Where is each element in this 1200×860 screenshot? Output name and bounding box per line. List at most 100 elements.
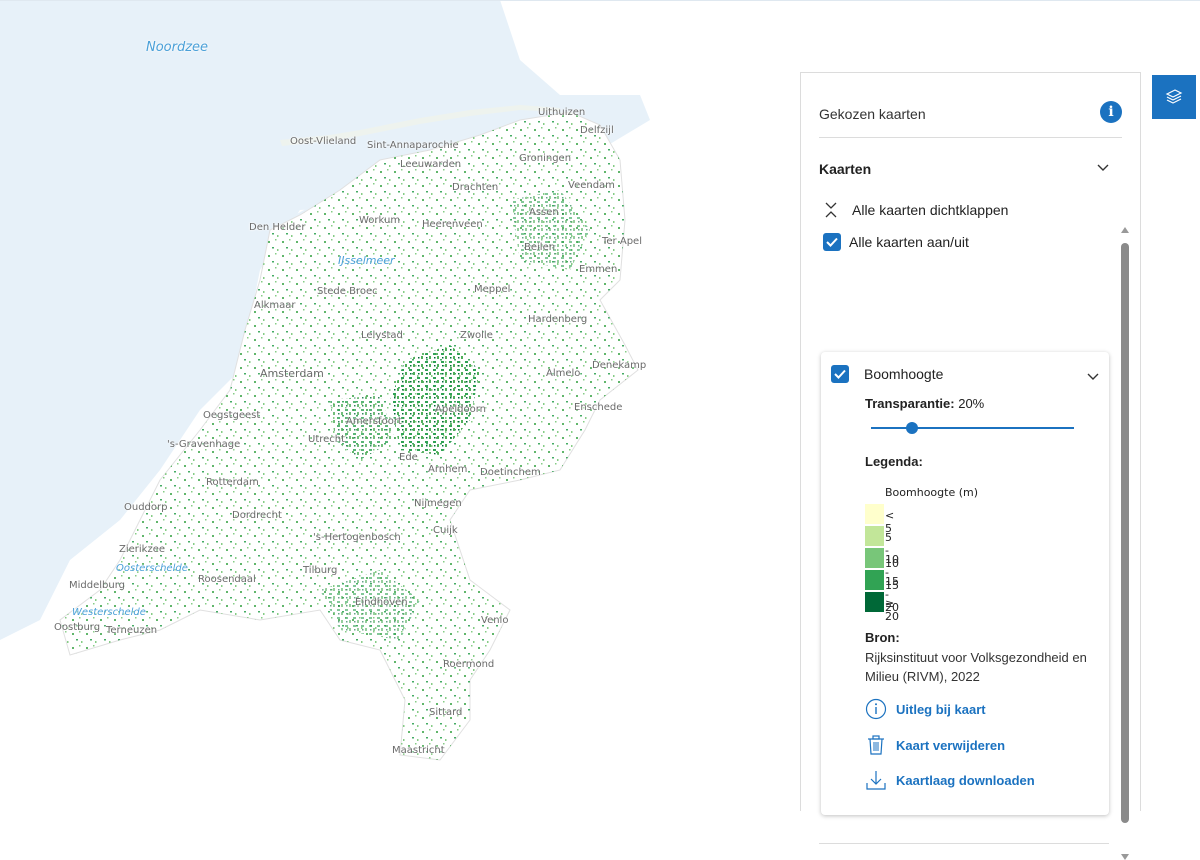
legend-swatch <box>865 548 884 568</box>
legend-swatch <box>865 526 884 546</box>
map-label-leeuwarden: Leeuwarden <box>400 159 462 170</box>
map-label-venlo: Venlo <box>481 615 509 626</box>
slider-thumb[interactable] <box>905 422 918 434</box>
map-label-uithuizen: Uithuizen <box>538 107 586 118</box>
explain-map-label: Uitleg bij kaart <box>896 701 986 717</box>
map-label-den-bosch: 's-Hertogenbosch <box>313 532 401 543</box>
map-label-oegstgeest: Oegstgeest <box>203 410 261 421</box>
map-label-utrecht: Utrecht <box>308 434 346 445</box>
map-label-assen: Assen <box>529 207 559 218</box>
maps-section-header[interactable]: Kaarten <box>819 157 1109 181</box>
checkmark-icon <box>826 237 838 247</box>
section-divider <box>819 843 1109 844</box>
transparency-value: 20% <box>958 396 985 411</box>
panel-scroll-area[interactable]: Kaarten Alle kaarten dichtklappen Alle k… <box>801 145 1140 860</box>
info-outline-icon <box>865 698 887 720</box>
map-label-sint-annaparochie: Sint-Annaparochie <box>367 140 459 151</box>
chosen-maps-panel: Gekozen kaarten i Kaarten Alle kaarten d… <box>800 72 1141 860</box>
map-label-denekamp: Denekamp <box>592 360 647 371</box>
legend-swatch <box>865 504 884 524</box>
map-label-dordrecht: Dordrecht <box>232 510 282 521</box>
map-label-heerenveen: Heerenveen <box>422 219 483 230</box>
map-label-terneuzen: Terneuzen <box>106 625 158 636</box>
map-label-roosendaal: Roosendaal <box>198 574 256 585</box>
map-label-stede-broec: Stede Broec <box>317 286 378 297</box>
source-text: Rijksinstituut voor Volksgezondheid en M… <box>865 650 1087 684</box>
download-layer-label: Kaartlaag downloaden <box>896 772 1035 788</box>
legend-swatch <box>865 570 884 590</box>
map-label-den-haag: 's-Gravenhage <box>167 439 241 450</box>
map-label-roermond: Roermond <box>443 659 495 670</box>
map-label-meppel: Meppel <box>474 284 511 295</box>
panel-title: Gekozen kaarten <box>819 106 926 122</box>
map-label-eindhoven: Eindhoven <box>355 597 408 608</box>
scroll-down-arrow-icon[interactable] <box>1121 854 1129 860</box>
info-icon[interactable]: i <box>1100 101 1122 123</box>
download-layer-button[interactable]: Kaartlaag downloaden <box>865 769 1035 791</box>
chevron-down-icon[interactable] <box>1087 372 1099 382</box>
slider-track[interactable] <box>871 427 1074 429</box>
map-label-alkmaar: Alkmaar <box>254 300 296 311</box>
map-label-emmen: Emmen <box>579 264 618 275</box>
layers-icon <box>1165 89 1183 104</box>
map-label-rotterdam: Rotterdam <box>206 477 259 488</box>
map-label-veendam: Veendam <box>568 180 615 191</box>
map-label-nijmegen: Nijmegen <box>414 498 462 509</box>
collapse-icon <box>825 202 837 218</box>
layer-card-boomhoogte: Boomhoogte Transparantie: 20% Legenda: B… <box>821 352 1109 815</box>
transparency-readout: Transparantie: 20% <box>865 396 984 411</box>
map-label-oosterschelde: Oosterschelde <box>116 563 188 574</box>
legend-swatch <box>865 592 884 612</box>
map-label-hardenberg: Hardenberg <box>528 314 588 325</box>
map-label-arnhem: Arnhem <box>428 464 468 475</box>
map-label-drachten: Drachten <box>452 182 499 193</box>
trash-icon <box>868 735 884 755</box>
map-label-den-helder: Den Helder <box>249 222 306 233</box>
layers-toggle-button[interactable] <box>1152 75 1196 119</box>
explain-map-link[interactable]: Uitleg bij kaart <box>865 698 986 720</box>
scroll-up-arrow-icon[interactable] <box>1121 227 1129 233</box>
panel-scrollbar[interactable] <box>1121 227 1130 860</box>
layer-header[interactable]: Boomhoogte <box>831 364 1099 388</box>
map-label-ouddorp: Ouddorp <box>124 502 168 513</box>
remove-map-button[interactable]: Kaart verwijderen <box>865 734 1005 756</box>
map-label-sittard: Sittard <box>429 707 463 718</box>
map-label-apeldoorn: Apeldoorn <box>435 404 486 415</box>
map-label-oost-vlieland: Oost-Vlieland <box>290 136 357 147</box>
source-title: Bron: <box>865 630 900 645</box>
map-label-groningen: Groningen <box>519 153 572 164</box>
toggle-all-maps[interactable]: Alle kaarten aan/uit <box>823 233 969 251</box>
map-label-cuijk: Cuijk <box>433 525 458 536</box>
legend-label: ≥ 20 <box>885 597 899 623</box>
legend-subtitle: Boomhoogte (m) <box>885 486 979 499</box>
map-label-sea: Noordzee <box>146 40 209 55</box>
toggle-all-label: Alle kaarten aan/uit <box>849 234 969 250</box>
map-label-beilen: Beilen <box>524 242 556 253</box>
map-label-oostburg: Oostburg <box>54 622 101 633</box>
map-label-ede: Ede <box>399 452 418 463</box>
panel-header: Gekozen kaarten i <box>819 93 1122 138</box>
download-icon <box>866 771 886 790</box>
map-label-amsterdam: Amsterdam <box>260 367 324 380</box>
map-label-enschede: Enschede <box>574 402 623 413</box>
map-label-delfzijl: Delfzijl <box>580 125 614 136</box>
transparency-label: Transparantie: <box>865 396 955 411</box>
map-label-ijsselmeer: IJsselmeer <box>338 254 395 267</box>
map-label-zierikzee: Zierikzee <box>119 544 166 555</box>
scrollbar-thumb[interactable] <box>1121 243 1129 823</box>
map-label-lelystad: Lelystad <box>361 330 403 341</box>
map-label-almelo: Almelo <box>546 368 581 379</box>
chevron-down-icon[interactable] <box>1097 163 1109 173</box>
checkmark-icon <box>834 369 846 379</box>
remove-map-label: Kaart verwijderen <box>896 737 1006 753</box>
map-label-amersfoort: Amersfoort <box>346 416 402 427</box>
layer-visibility-checkbox[interactable] <box>831 365 849 383</box>
transparency-slider[interactable] <box>871 422 1074 434</box>
collapse-all-button[interactable]: Alle kaarten dichtklappen <box>823 201 1008 219</box>
toggle-all-checkbox[interactable] <box>823 233 841 251</box>
map-label-westerschelde: Westerschelde <box>72 607 146 618</box>
section-title: Kaarten <box>819 161 872 177</box>
collapse-all-label: Alle kaarten dichtklappen <box>852 202 1009 218</box>
map-label-workum: Workum <box>359 215 401 226</box>
map-label-tilburg: Tilburg <box>303 565 338 576</box>
